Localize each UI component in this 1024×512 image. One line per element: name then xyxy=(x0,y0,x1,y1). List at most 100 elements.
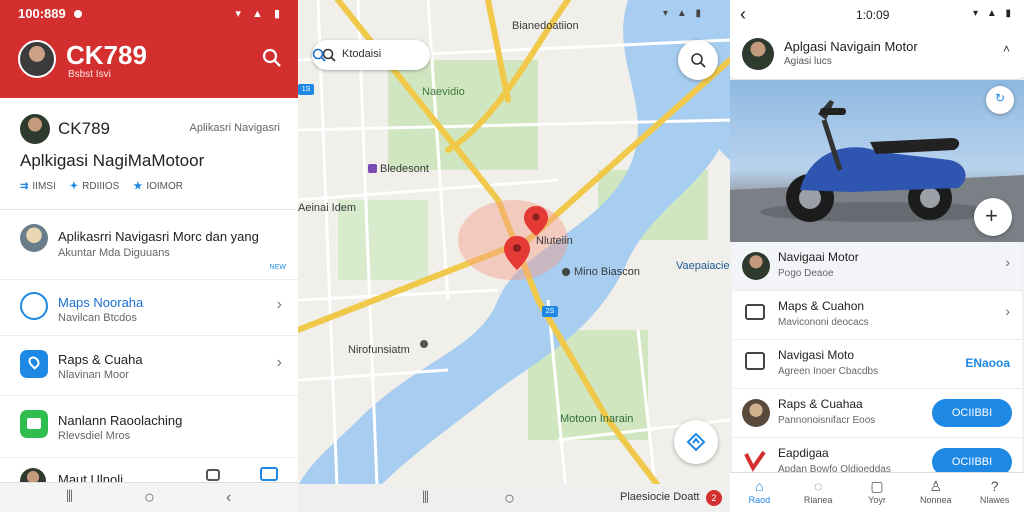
list-item[interactable]: Maut Ulnoli xyxy=(0,458,298,494)
settings-icon[interactable] xyxy=(206,469,220,481)
home-button-icon[interactable]: ○ xyxy=(144,487,155,508)
people-icon: ⇉ xyxy=(20,181,29,192)
list-item[interactable]: Maps & Cuahon Mavicononi deocacs › xyxy=(732,291,1022,340)
map-label: Nluteiin xyxy=(536,235,573,247)
home-button-icon[interactable]: ○ xyxy=(504,488,515,509)
navigation-arrow-icon xyxy=(686,432,706,452)
recent-apps-icon[interactable]: ⦀ xyxy=(422,490,429,508)
map-search-bar[interactable]: Ktodaisi xyxy=(312,40,430,70)
poi-marker xyxy=(368,164,377,173)
user-side-label: Aplikasri Navigasri xyxy=(189,122,280,134)
stats-row: ⇉ IIMSI ✦ RDIIIOS ★ IOIMOR xyxy=(20,181,183,192)
item-avatar xyxy=(742,252,770,280)
map-label: Aeinai Idem xyxy=(298,202,357,214)
star-icon: ★ xyxy=(133,181,143,192)
list-item[interactable]: Navigasi Moto Agreen Inoer Cbacdbs ENaoo… xyxy=(732,340,1022,389)
item-title: Navigaai Motor xyxy=(778,250,859,264)
map-label: Nirofunsiatm xyxy=(348,344,410,356)
map-label: Vaepaiacie xyxy=(676,260,730,272)
stat-item: ⇉ IIMSI xyxy=(20,181,56,192)
plus-icon: + xyxy=(985,203,998,228)
tab-chat[interactable]: ◌ Rianea xyxy=(789,473,848,512)
left-panel: 100:889 ▾ ▲ ▮ CK789 Bsbst Isvi CK789 Apl… xyxy=(0,0,298,512)
status-time: 100:889 xyxy=(18,6,66,21)
recent-apps-icon[interactable]: ⦀ xyxy=(66,489,73,507)
item-subtitle: Agreen Inoer Cbacdbs xyxy=(778,366,879,377)
stat-item: ✦ RDIIIOS xyxy=(69,181,120,192)
chat-icon: ◌ xyxy=(814,478,823,494)
item-avatar xyxy=(742,399,770,427)
app-screens: 100:889 ▾ ▲ ▮ CK789 Bsbst Isvi CK789 Apl… xyxy=(0,0,1024,512)
help-icon: ? xyxy=(990,478,999,494)
item-title: Maps Nooraha xyxy=(58,295,144,310)
item-subtitle: Navilcan Btcdos xyxy=(58,312,137,324)
new-badge: NEW xyxy=(269,264,286,271)
item-subtitle: Rlevsdiel Mros xyxy=(58,430,131,442)
list-item[interactable]: Nanlann Raoolaching Rlevsdiel Mros xyxy=(0,396,298,458)
collapse-icon[interactable]: ˄ xyxy=(1003,42,1010,56)
back-arrow-icon[interactable]: ‹ xyxy=(740,4,746,25)
item-action-link[interactable]: ENaooa xyxy=(965,356,1010,370)
item-subtitle: Pannonoisnifacr Eoos xyxy=(778,415,876,426)
channel-list: Navigaai Motor Pogo Deaoe › Maps & Cuaho… xyxy=(732,242,1022,482)
poi-marker xyxy=(562,268,570,276)
notification-dot-icon xyxy=(73,10,82,18)
tab-profile[interactable]: ♙ Nonnea xyxy=(906,473,965,512)
list-item[interactable]: Raps & Cuaha Nlavinan Moor › xyxy=(0,336,298,396)
share-button[interactable]: ↻ xyxy=(986,86,1014,114)
tab-home[interactable]: ⌂ Raod xyxy=(730,473,789,512)
tab-help[interactable]: ? Nlawes xyxy=(965,473,1024,512)
map-label: Bianedoatiion xyxy=(512,20,579,32)
item-subtitle: Pogo Deaoe xyxy=(778,268,834,279)
search-icon xyxy=(691,53,706,68)
star-icon: ✦ xyxy=(69,181,79,192)
list-item[interactable]: Navigaai Motor Pogo Deaoe › xyxy=(732,242,1022,291)
square-icon: ▢ xyxy=(870,478,884,494)
share-icon: ↻ xyxy=(995,91,1006,105)
wallet-icon[interactable] xyxy=(260,467,278,481)
item-title: Aplikasrri Navigasri Morc dan yang xyxy=(58,229,259,244)
item-title: Raps & Cuahaa xyxy=(778,397,863,411)
header-subtitle: Bsbst Isvi xyxy=(68,69,111,80)
list-item[interactable]: Aplikasrri Navigasri Morc dan yang Akunt… xyxy=(0,210,298,280)
system-nav-bar: ⦀ ○ Plaesiocie Doatt 2 xyxy=(298,484,730,512)
chevron-right-icon: › xyxy=(1005,254,1010,270)
map-canvas[interactable] xyxy=(298,0,730,512)
search-button[interactable] xyxy=(678,40,718,80)
profile-avatar[interactable] xyxy=(18,40,56,78)
chevron-right-icon: › xyxy=(276,296,282,313)
item-title: Maps & Cuahon xyxy=(778,299,865,313)
navigate-button[interactable] xyxy=(674,420,718,464)
check-icon xyxy=(744,450,766,472)
action-button[interactable]: OCIIBBI xyxy=(932,399,1012,427)
back-icon[interactable]: ‹ xyxy=(226,489,231,507)
add-button[interactable]: + xyxy=(974,198,1012,236)
item-subtitle: Akuntar Mda Diguuans xyxy=(58,247,170,259)
channel-avatar[interactable] xyxy=(742,38,774,70)
map-label: Motoon Inarain xyxy=(560,413,634,425)
status-time: 1:0:09 xyxy=(856,8,890,22)
channel-subtitle: Agiasi lucs xyxy=(784,56,832,67)
search-icon[interactable] xyxy=(262,48,282,68)
item-subtitle: Mavicononi deocacs xyxy=(778,317,869,328)
status-icons: ▾ ▲ ▮ xyxy=(235,8,284,20)
profile-card: CK789 Aplikasri Navigasri Aplkigasi Nagi… xyxy=(0,98,298,210)
list-item[interactable]: Raps & Cuahaa Pannonoisnifacr Eoos OCIIB… xyxy=(732,389,1022,438)
user-name: CK789 xyxy=(58,119,110,138)
tab-square[interactable]: ▢ Yoyr xyxy=(848,473,907,512)
left-header: 100:889 ▾ ▲ ▮ CK789 Bsbst Isvi xyxy=(0,0,298,98)
user-avatar[interactable] xyxy=(20,114,50,144)
right-panel: ‹ 1:0:09 ▾ ▲ ▮ Aplgasi Navigain Motor Ag… xyxy=(730,0,1024,512)
item-title: Eapdigaa xyxy=(778,446,829,460)
notification-badge[interactable]: 2 xyxy=(706,490,722,506)
item-subtitle: Nlavinan Moor xyxy=(58,369,129,381)
chat-icon xyxy=(20,410,48,438)
poi-marker xyxy=(420,340,428,348)
route-badge: 2S xyxy=(542,306,558,317)
map-search-input[interactable]: Ktodaisi xyxy=(342,48,381,60)
search-icon[interactable] xyxy=(312,48,326,62)
chart-icon xyxy=(745,352,765,370)
map-view[interactable]: Bianedoatiion Naevidio Bledesont Aeinai … xyxy=(298,0,730,512)
list-item[interactable]: Maps Nooraha Navilcan Btcdos › xyxy=(0,280,298,336)
item-avatar xyxy=(20,224,48,252)
